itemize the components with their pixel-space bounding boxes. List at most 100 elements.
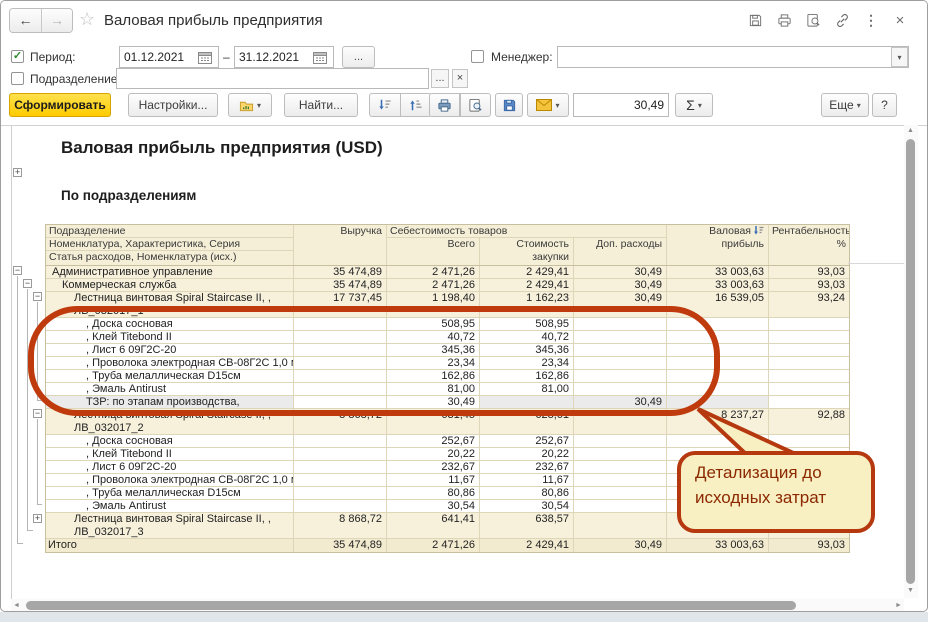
- table-row[interactable]: , Эмаль Antirust 81,00 81,00: [46, 383, 849, 396]
- value-cell[interactable]: 30,49: [574, 539, 667, 552]
- row-title-cell[interactable]: , Лист 6 09Г2С-20: [46, 344, 294, 357]
- value-cell[interactable]: 93,24: [769, 292, 849, 318]
- settings-button[interactable]: Настройки...: [128, 93, 218, 117]
- value-cell[interactable]: [667, 435, 769, 448]
- row-title-cell[interactable]: , Эмаль Antirust: [46, 500, 294, 513]
- value-cell[interactable]: 631,45: [387, 409, 480, 435]
- value-cell[interactable]: 30,49: [574, 292, 667, 318]
- collapse-levels-button[interactable]: [400, 93, 432, 117]
- table-row[interactable]: , Клей Titebond II 40,72 40,72: [46, 331, 849, 344]
- forward-button[interactable]: →: [41, 9, 72, 32]
- department-input[interactable]: [116, 68, 429, 89]
- row-title-cell[interactable]: , Клей Titebond II: [46, 331, 294, 344]
- table-row[interactable]: , Лист 6 09Г2С-20 345,36 345,36: [46, 344, 849, 357]
- value-cell[interactable]: 17 737,45: [294, 292, 387, 318]
- value-cell[interactable]: [769, 513, 849, 539]
- value-cell[interactable]: 80,86: [387, 487, 480, 500]
- value-cell[interactable]: [769, 331, 849, 344]
- value-cell[interactable]: 2 429,41: [480, 279, 574, 292]
- value-cell[interactable]: 23,34: [480, 357, 574, 370]
- table-row[interactable]: Административное управление 35 474,89 2 47…: [46, 266, 849, 279]
- value-cell[interactable]: 30,49: [574, 266, 667, 279]
- close-button[interactable]: ×: [891, 11, 909, 29]
- table-row[interactable]: , Труба мелаллическая D15см 162,86 162,86: [46, 370, 849, 383]
- value-cell[interactable]: [574, 500, 667, 513]
- table-row[interactable]: ТЗР: по этапам производства, 30,49 30,49: [46, 396, 849, 409]
- value-cell[interactable]: [769, 474, 849, 487]
- help-button[interactable]: ?: [872, 93, 897, 117]
- value-cell[interactable]: [769, 435, 849, 448]
- report-variants-button[interactable]: ▾: [228, 93, 272, 117]
- value-cell[interactable]: [294, 474, 387, 487]
- value-cell[interactable]: [667, 344, 769, 357]
- value-cell[interactable]: 345,36: [387, 344, 480, 357]
- value-cell[interactable]: [769, 370, 849, 383]
- value-cell[interactable]: [667, 331, 769, 344]
- value-cell[interactable]: [667, 500, 769, 513]
- value-cell[interactable]: [294, 448, 387, 461]
- header-cost-total[interactable]: Всего: [387, 238, 480, 265]
- header-cost-group[interactable]: Себестоимость товаров: [387, 225, 667, 238]
- scroll-up-icon[interactable]: ▲: [907, 127, 914, 134]
- value-cell[interactable]: 8 868,72: [294, 513, 387, 539]
- row-title-cell[interactable]: Лестница винтовая Spiral Staircase II, ,…: [46, 292, 294, 318]
- value-cell[interactable]: [294, 487, 387, 500]
- value-cell[interactable]: [667, 370, 769, 383]
- value-cell[interactable]: [294, 331, 387, 344]
- value-cell[interactable]: [769, 396, 849, 409]
- value-cell[interactable]: 92,88: [769, 409, 849, 435]
- value-cell[interactable]: [294, 357, 387, 370]
- value-cell[interactable]: [574, 487, 667, 500]
- scroll-left-icon[interactable]: ◄: [13, 602, 20, 609]
- value-cell[interactable]: 11,67: [480, 474, 574, 487]
- value-cell[interactable]: [769, 448, 849, 461]
- value-cell[interactable]: [667, 487, 769, 500]
- table-row[interactable]: , Проволока электродная СВ-08Г2С 1,0 мм 2…: [46, 357, 849, 370]
- group-expander[interactable]: −: [13, 266, 22, 275]
- value-cell[interactable]: [769, 357, 849, 370]
- value-cell[interactable]: 35 474,89: [294, 539, 387, 552]
- back-button[interactable]: ←: [10, 9, 41, 32]
- value-cell[interactable]: 1 162,23: [480, 292, 574, 318]
- value-cell[interactable]: 30,54: [387, 500, 480, 513]
- table-row[interactable]: , Проволока электродная СВ-08Г2С 1,0 мм 1…: [46, 474, 849, 487]
- favorite-star-icon[interactable]: ☆: [79, 9, 95, 30]
- value-cell[interactable]: 16 539,05: [667, 292, 769, 318]
- header-cost-purchase[interactable]: Стоимость закупки: [480, 238, 574, 265]
- row-title-cell[interactable]: , Проволока электродная СВ-08Г2С 1,0 мм: [46, 474, 294, 487]
- send-email-button[interactable]: ▾: [527, 93, 569, 117]
- value-cell[interactable]: [574, 383, 667, 396]
- value-cell[interactable]: 35 474,89: [294, 266, 387, 279]
- value-cell[interactable]: 252,67: [387, 435, 480, 448]
- value-cell[interactable]: [294, 435, 387, 448]
- department-checkbox[interactable]: [11, 72, 24, 85]
- row-title-cell[interactable]: Итого: [46, 539, 294, 552]
- row-title-cell[interactable]: , Труба мелаллическая D15см: [46, 370, 294, 383]
- value-cell[interactable]: 1 198,40: [387, 292, 480, 318]
- value-cell[interactable]: [574, 448, 667, 461]
- value-cell[interactable]: 20,22: [387, 448, 480, 461]
- value-cell[interactable]: [769, 500, 849, 513]
- print-preview-button[interactable]: [804, 11, 822, 29]
- manager-dropdown-button[interactable]: ▾: [891, 47, 908, 67]
- horizontal-scrollbar[interactable]: ◄ ►: [11, 599, 904, 611]
- value-cell[interactable]: [769, 318, 849, 331]
- value-cell[interactable]: 508,95: [387, 318, 480, 331]
- value-cell[interactable]: 33 003,63: [667, 279, 769, 292]
- value-cell[interactable]: 232,67: [480, 461, 574, 474]
- group-expander[interactable]: −: [33, 292, 42, 301]
- value-cell[interactable]: 35 474,89: [294, 279, 387, 292]
- value-cell[interactable]: 40,72: [387, 331, 480, 344]
- value-cell[interactable]: [480, 396, 574, 409]
- value-cell[interactable]: [294, 461, 387, 474]
- print-button[interactable]: [775, 11, 793, 29]
- value-cell[interactable]: [667, 448, 769, 461]
- value-cell[interactable]: 30,49: [574, 396, 667, 409]
- value-cell[interactable]: 93,03: [769, 266, 849, 279]
- value-cell[interactable]: [574, 435, 667, 448]
- row-title-cell[interactable]: ТЗР: по этапам производства,: [46, 396, 294, 409]
- value-cell[interactable]: [769, 344, 849, 357]
- sum-field[interactable]: [573, 93, 669, 117]
- table-row[interactable]: , Лист 6 09Г2С-20 232,67 232,67: [46, 461, 849, 474]
- calendar-icon[interactable]: [313, 51, 327, 64]
